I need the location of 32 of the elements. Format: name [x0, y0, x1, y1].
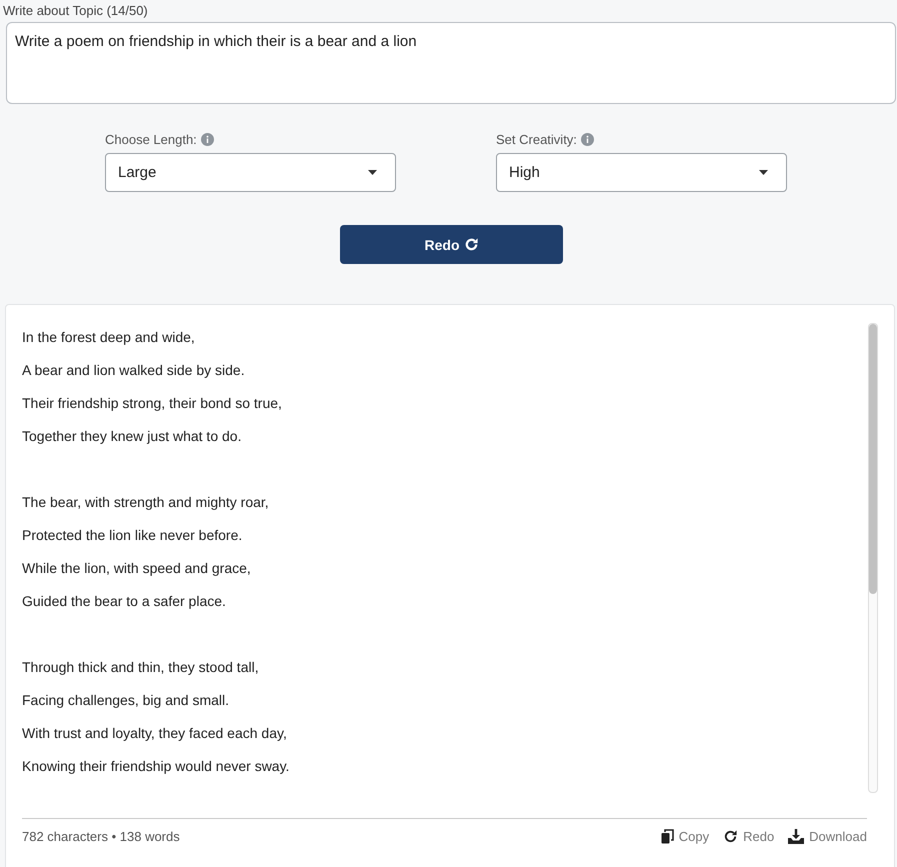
poem-line: A bear and lion walked side by side.	[22, 361, 246, 380]
poem-line: The bear, with strength and mighty roar,	[22, 493, 270, 512]
action-link[interactable]: Redo	[723, 828, 774, 844]
scrollbar[interactable]	[868, 323, 878, 793]
poem-line: In the forest deep and wide,	[22, 328, 196, 347]
caret-icon	[368, 170, 377, 175]
redo-icon	[723, 828, 738, 844]
action-link[interactable]: Download	[788, 828, 867, 844]
poem-line: Together they knew just what to do.	[22, 427, 242, 446]
copy-icon	[660, 828, 674, 844]
poem-line: Guided the bear to a safer place.	[22, 592, 227, 611]
download-icon	[788, 828, 804, 844]
topic-label: Write about Topic (14/50)	[3, 2, 149, 20]
poem-line: Knowing their friendship would never sway.	[22, 757, 290, 776]
select-dropdown[interactable]: High	[496, 153, 787, 192]
select-label: Set Creativity:	[496, 132, 577, 147]
select-label: Choose Length:	[105, 132, 197, 147]
stats-text: 782 characters • 138 words	[22, 828, 180, 844]
redo-icon	[464, 237, 478, 252]
select-dropdown[interactable]: Large	[105, 153, 396, 192]
redo-button[interactable]: Redo	[340, 225, 563, 264]
poem-line: Facing challenges, big and small.	[22, 691, 230, 710]
poem-line: Protected the lion like never before.	[22, 526, 244, 545]
poem-line: Through thick and thin, they stood tall,	[22, 658, 260, 677]
caret-icon	[759, 170, 768, 175]
poem-line: Their friendship strong, their bond so true,	[22, 394, 283, 413]
topic-field[interactable]: Write a poem on friendship in which their is a bear and a lion	[6, 22, 896, 104]
poem-line: While the lion, with speed and grace,	[22, 559, 252, 578]
action-link[interactable]: Copy	[660, 828, 710, 844]
poem-line: With trust and loyalty, they faced each day,	[22, 724, 288, 743]
info-icon[interactable]	[200, 133, 214, 146]
info-icon[interactable]	[580, 133, 594, 146]
